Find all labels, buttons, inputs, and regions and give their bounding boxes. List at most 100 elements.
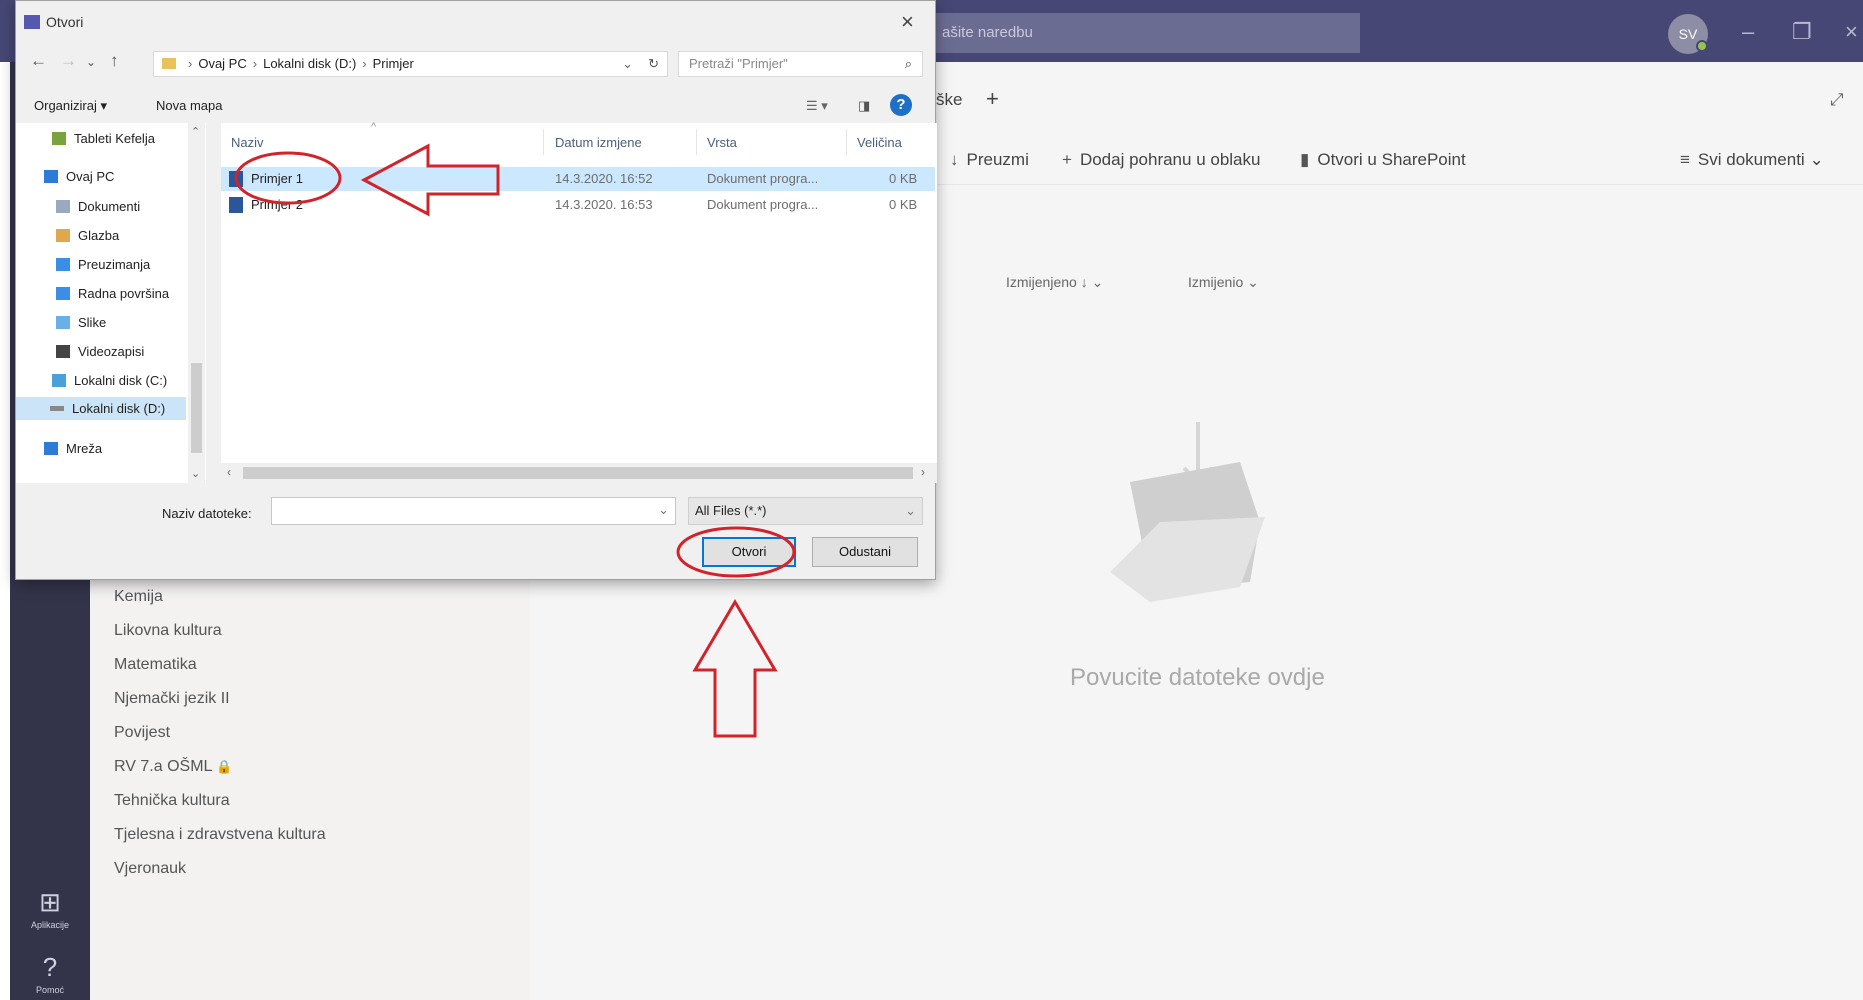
file-date: 14.3.2020. 16:53 (555, 197, 653, 212)
nav-item-network[interactable]: Mreža (44, 441, 102, 456)
column-header-size[interactable]: Veličina (857, 135, 902, 150)
open-in-sharepoint-button[interactable]: ▮ Otvori u SharePoint (1300, 150, 1466, 170)
cancel-button[interactable]: Odustani (812, 537, 918, 567)
minimize-icon[interactable]: – (1742, 14, 1754, 50)
chevron-down-icon[interactable]: ⌄ (622, 52, 633, 76)
column-modified-by-label: Izmijenio (1188, 274, 1244, 290)
desktop-icon (56, 287, 70, 300)
team-item[interactable]: Njemački jezik II (114, 690, 230, 708)
scroll-down-icon[interactable]: ⌄ (191, 467, 200, 480)
team-item[interactable]: Vjeronauk (114, 860, 186, 878)
breadcrumb-item[interactable]: Ovaj PC (198, 56, 246, 71)
presence-indicator (1696, 40, 1708, 52)
team-item[interactable]: Likovna kultura (114, 622, 222, 640)
file-size: 0 KB (889, 171, 918, 186)
open-button[interactable]: Otvori (702, 537, 796, 567)
team-item[interactable]: Tehnička kultura (114, 792, 230, 810)
file-list-horizontal-scrollbar[interactable]: ‹ › (221, 463, 937, 483)
tab-files-partial[interactable]: ške (936, 90, 962, 110)
publisher-document-icon (229, 197, 243, 213)
preview-pane-icon[interactable]: ◨ (858, 98, 870, 114)
team-item[interactable]: Matematika (114, 656, 197, 674)
close-icon[interactable]: × (901, 9, 914, 35)
column-header-modified-by[interactable]: Izmijenio ⌄ (1188, 274, 1259, 291)
close-window-icon[interactable]: × (1845, 14, 1858, 50)
nav-item-label: Tableti Kefelja (74, 131, 155, 146)
column-header-name[interactable]: Naziv (231, 135, 264, 150)
horizontal-scroll-thumb[interactable] (243, 467, 913, 479)
dialog-title: Otvori (24, 14, 83, 30)
file-row-primjer-2[interactable]: Primjer 2 14.3.2020. 16:53 Dokument prog… (221, 193, 935, 217)
column-header-modified[interactable]: Izmijenjeno ↓ ⌄ (1006, 274, 1103, 291)
file-row-primjer-1[interactable]: Primjer 1 14.3.2020. 16:52 Dokument prog… (221, 167, 935, 191)
file-type-select[interactable]: All Files (*.*) ⌄ (688, 497, 923, 525)
nav-item-local-disk-c[interactable]: Lokalni disk (C:) (52, 373, 167, 388)
nav-item-label: Preuzimanja (78, 257, 151, 272)
nav-item-local-disk-d[interactable]: Lokalni disk (D:) (16, 397, 186, 420)
column-header-date-modified[interactable]: Datum izmjene (555, 135, 642, 150)
refresh-icon[interactable]: ↻ (648, 52, 659, 76)
nav-item-videos[interactable]: Videozapisi (56, 344, 144, 359)
team-item[interactable]: Povijest (114, 724, 170, 742)
nav-item-pictures[interactable]: Slike (56, 315, 106, 330)
scroll-up-icon[interactable]: ⌃ (191, 125, 200, 138)
nav-item-downloads[interactable]: Preuzimanja (56, 257, 150, 272)
add-cloud-storage-button[interactable]: + Dodaj pohranu u oblaku (1062, 150, 1260, 170)
help-button[interactable]: ? Pomoć (10, 952, 90, 995)
breadcrumb-item[interactable]: Lokalni disk (D:) (263, 56, 356, 71)
team-item-private[interactable]: RV 7.a OŠML 🔒 (114, 758, 232, 776)
scroll-left-icon[interactable]: ‹ (227, 465, 231, 479)
nav-item-label: Lokalni disk (C:) (74, 373, 168, 388)
network-icon (44, 442, 58, 455)
nav-scroll-thumb[interactable] (191, 363, 202, 453)
column-divider[interactable] (696, 129, 697, 155)
chevron-down-icon: ⌄ (905, 503, 916, 518)
nav-item-desktop[interactable]: Radna površina (56, 286, 169, 301)
organize-button[interactable]: Organiziraj ▾ (34, 98, 107, 114)
forward-arrow-icon[interactable]: → (60, 51, 77, 71)
command-search-box[interactable]: ašite naredbu (932, 13, 1360, 53)
plus-icon: + (1062, 150, 1072, 169)
nav-item-tableti-kefelja[interactable]: Tableti Kefelja (52, 131, 155, 146)
new-folder-button[interactable]: Nova mapa (156, 98, 222, 113)
breadcrumb-item[interactable]: Primjer (373, 56, 414, 71)
nav-item-label: Lokalni disk (D:) (72, 401, 166, 416)
nav-item-documents[interactable]: Dokumenti (56, 199, 140, 214)
user-avatar[interactable]: SV (1668, 14, 1708, 54)
nav-item-label: Ovaj PC (66, 169, 115, 184)
file-list: Naziv ^ Datum izmjene Vrsta Veličina Pri… (221, 121, 937, 463)
team-item[interactable]: Kemija (114, 588, 163, 606)
empty-drop-message: Povucite datoteke ovdje (1070, 664, 1325, 691)
recent-locations-chevron-icon[interactable]: ⌄ (86, 55, 96, 69)
up-arrow-icon[interactable]: ↑ (110, 51, 119, 71)
nav-item-label: Dokumenti (78, 199, 141, 214)
apps-icon: ⊞ (39, 887, 61, 917)
search-input[interactable]: Pretraži "Primjer" ⌕ (678, 51, 923, 77)
lock-icon: 🔒 (216, 759, 233, 774)
open-in-sharepoint-label: Otvori u SharePoint (1317, 150, 1466, 169)
file-type: Dokument progra... (707, 197, 819, 212)
download-button[interactable]: ↓ Preuzmi (950, 150, 1029, 170)
team-item[interactable]: Tjelesna i zdravstvena kultura (114, 826, 326, 844)
filename-input[interactable]: ⌄ (271, 497, 676, 525)
nav-item-music[interactable]: Glazba (56, 228, 119, 243)
chevron-down-icon[interactable]: ⌄ (658, 502, 669, 518)
add-tab-button[interactable]: + (986, 86, 999, 112)
address-bar[interactable]: › Ovaj PC › Lokalni disk (D:) › Primjer ⌄ ↻ (153, 51, 668, 77)
all-documents-view-button[interactable]: ≡ Svi dokumenti ⌄ (1680, 150, 1824, 170)
breadcrumb-separator-icon: › (252, 56, 258, 71)
column-divider[interactable] (543, 129, 544, 155)
dialog-title-text: Otvori (46, 14, 84, 30)
back-arrow-icon[interactable]: ← (30, 51, 47, 71)
restore-icon[interactable]: ❐ (1792, 14, 1812, 50)
view-options-icon[interactable]: ☰ ▾ (806, 98, 828, 114)
expand-icon[interactable]: ⤢ (1830, 90, 1844, 110)
column-divider[interactable] (846, 129, 847, 155)
apps-button[interactable]: ⊞ Aplikacije (10, 887, 90, 930)
scroll-right-icon[interactable]: › (921, 465, 925, 479)
nav-scrollbar[interactable]: ⌃ ⌄ (188, 123, 205, 483)
help-icon[interactable]: ? (890, 94, 912, 116)
nav-item-this-pc[interactable]: Ovaj PC (44, 169, 114, 184)
computer-icon (44, 170, 58, 183)
column-header-type[interactable]: Vrsta (707, 135, 737, 150)
